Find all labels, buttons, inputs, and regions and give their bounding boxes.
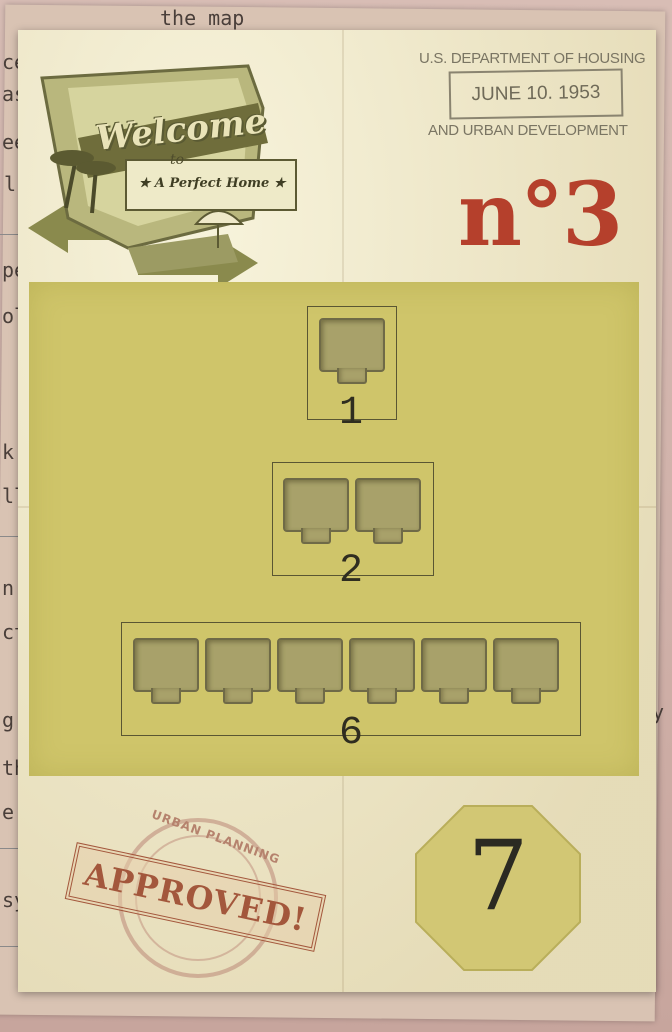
- house-slot[interactable]: [205, 638, 271, 704]
- house-slot[interactable]: [319, 318, 385, 384]
- bg-text-line: g: [2, 708, 15, 732]
- house-slot[interactable]: [493, 638, 559, 704]
- group-label-2: 2: [338, 549, 363, 594]
- game-card[interactable]: Welcome to ★ A Perfect Home ★ U.S. DEPAR…: [18, 30, 656, 992]
- house-slot[interactable]: [349, 638, 415, 704]
- bg-text-line: n: [2, 576, 15, 600]
- bg-text-line: e: [2, 800, 15, 824]
- department-header: U.S. DEPARTMENT OF HOUSING: [419, 50, 646, 67]
- house-slot[interactable]: [283, 478, 349, 544]
- welcome-to: to: [170, 152, 185, 168]
- bg-text-line: the map: [160, 6, 245, 30]
- group-label-1: 1: [338, 391, 363, 436]
- welcome-sign-art: [28, 64, 297, 288]
- group-label-6: 6: [338, 711, 363, 756]
- bg-text-line: l: [4, 172, 17, 196]
- value-number: 7: [467, 820, 529, 932]
- house-slot[interactable]: [355, 478, 421, 544]
- bg-rule: [0, 946, 20, 947]
- date-stamp: JUNE 10. 1953: [448, 68, 624, 120]
- card-number: n°3: [458, 162, 623, 266]
- bg-rule: [0, 848, 20, 849]
- bg-rule: [0, 234, 20, 235]
- housing-grid: 1 2 6: [29, 282, 639, 776]
- bg-rule: [0, 536, 20, 537]
- welcome-sign: Welcome to ★ A Perfect Home ★: [28, 48, 318, 288]
- house-slot[interactable]: [277, 638, 343, 704]
- house-slot[interactable]: [421, 638, 487, 704]
- value-badge: 7: [408, 798, 588, 978]
- house-slot[interactable]: [133, 638, 199, 704]
- bg-text-line: k: [2, 440, 15, 464]
- welcome-subtitle: ★ A Perfect Home ★: [138, 176, 286, 191]
- approved-stamp: URBAN PLANNING APPROVED!: [48, 807, 327, 978]
- department-footer: AND URBAN DEVELOPMENT: [428, 122, 628, 139]
